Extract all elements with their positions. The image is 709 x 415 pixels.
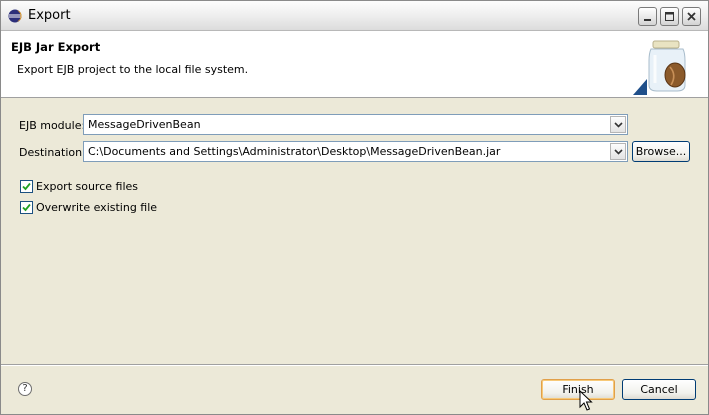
cancel-button-label: Cancel: [640, 383, 678, 396]
browse-button-label: Browse...: [635, 145, 687, 158]
destination-combo[interactable]: C:\Documents and Settings\Administrator\…: [83, 141, 628, 162]
finish-button[interactable]: Finish: [541, 379, 615, 400]
chevron-down-icon: [614, 149, 623, 155]
maximize-icon: [665, 12, 674, 21]
export-source-label: Export source files: [36, 180, 139, 193]
bean-jar-icon: [633, 40, 686, 95]
destination-label: Destination:: [19, 146, 86, 159]
minimize-icon: [644, 19, 651, 21]
export-source-checkbox[interactable]: [20, 180, 33, 193]
footer-separator: [1, 364, 708, 366]
wizard-content: EJB module: MessageDrivenBean Destinatio…: [1, 98, 708, 363]
maximize-button[interactable]: [660, 7, 679, 26]
wizard-banner: EJB Jar Export Export EJB project to the…: [1, 31, 708, 98]
window-title: Export: [28, 8, 71, 23]
browse-button[interactable]: Browse...: [632, 141, 690, 162]
help-icon[interactable]: ?: [18, 382, 32, 396]
ejb-module-dropdown-button[interactable]: [610, 116, 626, 133]
destination-value: C:\Documents and Settings\Administrator\…: [88, 145, 501, 158]
mouse-cursor-icon: [579, 390, 593, 411]
ejb-module-value: MessageDrivenBean: [88, 118, 201, 131]
wizard-title: EJB Jar Export: [11, 40, 101, 54]
export-dialog: Export EJB Jar Export Export EJB project…: [0, 0, 709, 415]
close-button[interactable]: [682, 7, 701, 26]
wizard-description: Export EJB project to the local file sys…: [17, 63, 249, 76]
minimize-button[interactable]: [638, 7, 657, 26]
close-icon: [687, 12, 696, 21]
title-bar[interactable]: Export: [1, 1, 708, 31]
chevron-down-icon: [614, 122, 623, 128]
checkmark-icon: [22, 182, 31, 191]
ejb-module-label: EJB module:: [19, 119, 86, 132]
ejb-module-combo[interactable]: MessageDrivenBean: [83, 114, 628, 135]
overwrite-label: Overwrite existing file: [36, 201, 158, 214]
overwrite-checkbox[interactable]: [20, 201, 33, 214]
cancel-button[interactable]: Cancel: [622, 379, 696, 400]
checkmark-icon: [22, 203, 31, 212]
destination-dropdown-button[interactable]: [610, 143, 626, 160]
eclipse-icon: [8, 9, 22, 23]
